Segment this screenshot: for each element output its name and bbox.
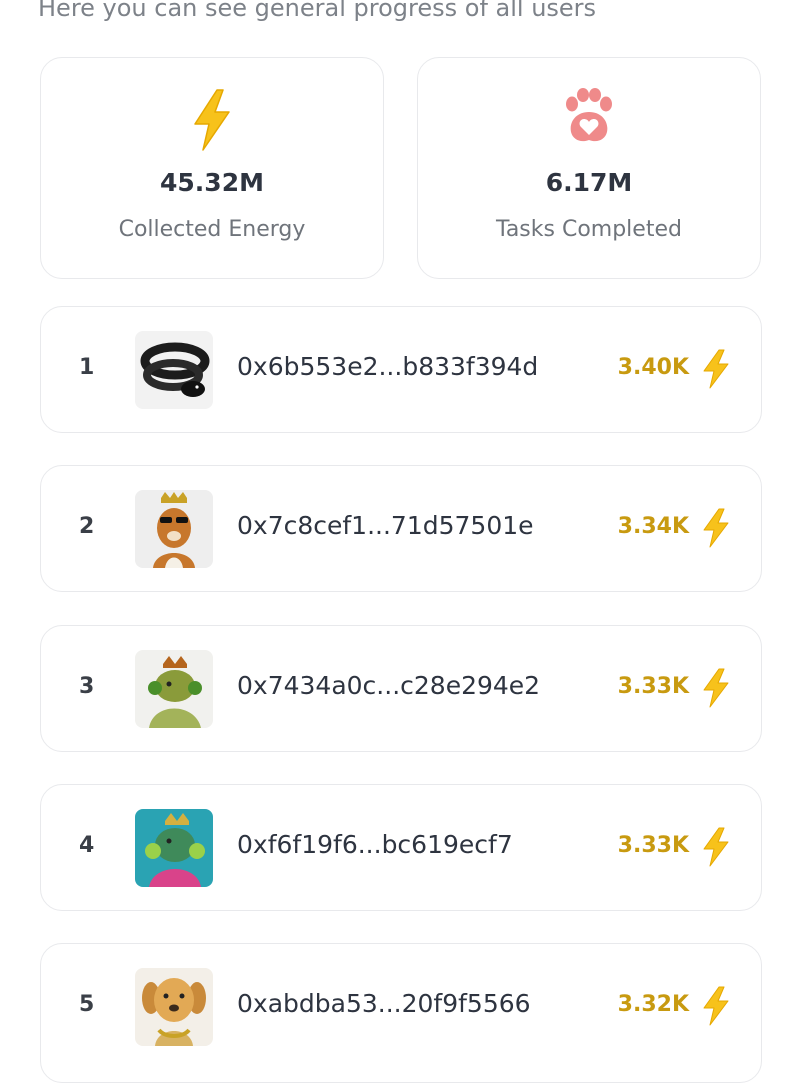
lightning-icon: [701, 827, 731, 871]
leaderboard-row[interactable]: 1 0x6b553e2...b833f394d 3.40K: [40, 306, 762, 433]
lightning-icon: [701, 508, 731, 552]
rank-number: 3: [79, 674, 95, 699]
energy-score: 3.40K: [617, 355, 689, 380]
iguana-teal-avatar: [135, 809, 213, 887]
lightning-icon: [701, 349, 731, 393]
rank-number: 2: [79, 514, 95, 539]
wallet-address: 0xf6f19f6...bc619ecf7: [237, 830, 513, 859]
leaderboard-row[interactable]: 5 0xabdba53...20f9f5566 3.32K: [40, 943, 762, 1083]
paw-heart-icon: [560, 88, 618, 150]
lightning-icon: [701, 668, 731, 712]
dog-crown-avatar: [135, 490, 213, 568]
rank-number: 4: [79, 833, 95, 858]
energy-score: 3.33K: [617, 674, 689, 699]
energy-score: 3.32K: [617, 992, 689, 1017]
rank-number: 1: [79, 355, 95, 380]
wallet-address: 0x7434a0c...c28e294e2: [237, 671, 541, 700]
golden-retriever-avatar: [135, 968, 213, 1046]
iguana-headphones-avatar: [135, 650, 213, 728]
collected-energy-card: 45.32M Collected Energy: [40, 57, 384, 279]
wallet-address: 0x6b553e2...b833f394d: [237, 352, 539, 381]
page-subtitle: Here you can see general progress of all…: [38, 0, 597, 22]
energy-score: 3.34K: [617, 514, 689, 539]
rank-number: 5: [79, 992, 95, 1017]
snake-avatar: [135, 331, 213, 409]
leaderboard-row[interactable]: 3 0x7434a0c...c28e294e2 3.33K: [40, 625, 762, 752]
leaderboard-row[interactable]: 2 0x7c8cef1...71d57501e 3.34K: [40, 465, 762, 592]
wallet-address: 0xabdba53...20f9f5566: [237, 989, 531, 1018]
energy-score: 3.33K: [617, 833, 689, 858]
tasks-completed-card: 6.17M Tasks Completed: [417, 57, 761, 279]
tasks-completed-label: Tasks Completed: [496, 217, 682, 242]
wallet-address: 0x7c8cef1...71d57501e: [237, 511, 534, 540]
leaderboard-row[interactable]: 4 0xf6f19f6...bc619ecf7 3.33K: [40, 784, 762, 911]
tasks-completed-value: 6.17M: [545, 168, 633, 197]
collected-energy-value: 45.32M: [160, 168, 264, 197]
lightning-icon: [189, 88, 235, 156]
collected-energy-label: Collected Energy: [118, 217, 306, 242]
lightning-icon: [701, 986, 731, 1030]
